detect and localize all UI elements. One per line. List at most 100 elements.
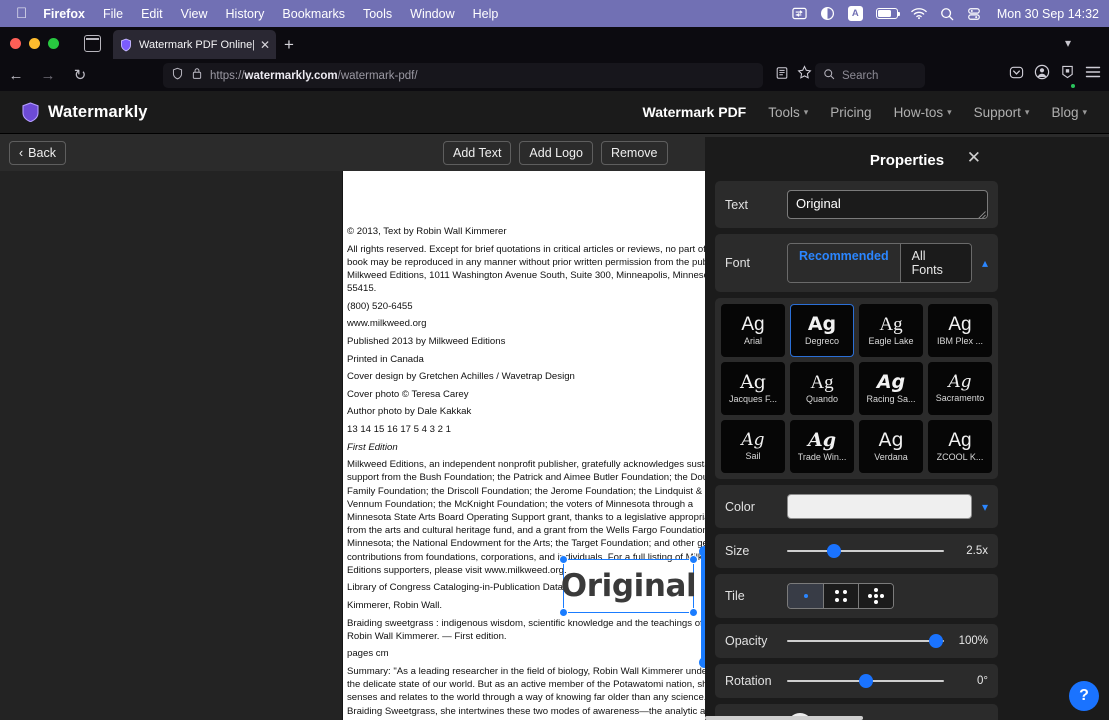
brand-logo-group[interactable]: Watermarkly: [22, 102, 148, 122]
pdf-page-text: © 2013, Text by Robin Wall Kimmerer All …: [343, 171, 709, 720]
window-controls[interactable]: [10, 38, 59, 49]
spotlight-search-icon[interactable]: [940, 6, 954, 21]
moon-icon[interactable]: [820, 6, 835, 21]
property-row-text: Text Original: [715, 181, 998, 228]
slider-knob[interactable]: [929, 634, 943, 648]
tab-all-fonts[interactable]: All Fonts: [900, 244, 971, 282]
url-domain: watermarkly.com: [245, 70, 338, 82]
font-option-zcool[interactable]: Ag ZCOOL K...: [928, 420, 992, 473]
tracking-shield-icon[interactable]: [171, 67, 184, 85]
account-icon[interactable]: [1034, 64, 1050, 85]
plus-icon[interactable]: +: [284, 36, 294, 53]
browser-tab[interactable]: Watermark PDF Online| Free PDF ✕: [113, 30, 276, 59]
font-sample: Ag: [948, 374, 971, 391]
nav-tools[interactable]: Tools▾: [768, 105, 808, 120]
slider-knob[interactable]: [827, 544, 841, 558]
size-slider[interactable]: [787, 543, 944, 559]
font-option-ibm-plex[interactable]: Ag IBM Plex ...: [928, 304, 992, 357]
resize-handle-bottom-right[interactable]: [689, 608, 698, 617]
watermark-text: Original: [561, 568, 697, 604]
hamburger-menu-icon[interactable]: [1085, 65, 1101, 84]
nav-support[interactable]: Support▾: [974, 105, 1030, 120]
help-button[interactable]: ?: [1069, 681, 1099, 711]
control-center-icon[interactable]: [967, 6, 981, 21]
menu-item-tools[interactable]: Tools: [363, 7, 392, 21]
pocket-icon[interactable]: [1009, 65, 1024, 85]
menu-item-bookmarks[interactable]: Bookmarks: [282, 7, 345, 21]
remove-button[interactable]: Remove: [601, 141, 668, 165]
font-option-eagle-lake[interactable]: Ag Eagle Lake: [859, 304, 923, 357]
chevron-down-icon[interactable]: ▾: [982, 500, 988, 514]
minimize-window-button[interactable]: [29, 38, 40, 49]
panel-horizontal-scrollbar[interactable]: [705, 716, 1109, 720]
menu-bar-clock[interactable]: Mon 30 Sep 14:32: [997, 7, 1099, 21]
add-text-button[interactable]: Add Text: [443, 141, 511, 165]
font-option-degreco[interactable]: Ag Degreco: [790, 304, 854, 357]
color-swatch[interactable]: [787, 494, 972, 519]
resize-handle-bottom-left[interactable]: [559, 608, 568, 617]
watermark-selection-box[interactable]: Original: [563, 559, 694, 613]
font-sample: Ag: [741, 315, 764, 334]
tab-list-icon[interactable]: [84, 35, 101, 52]
font-option-jacques-francois[interactable]: Ag Jacques F...: [721, 362, 785, 415]
tile-grid-button[interactable]: [823, 584, 858, 608]
slider-knob[interactable]: [859, 674, 873, 688]
nav-blog[interactable]: Blog▾: [1051, 105, 1087, 120]
chevron-down-icon[interactable]: ▾: [1065, 36, 1071, 50]
font-option-trade-winds[interactable]: Ag Trade Win...: [790, 420, 854, 473]
url-path: /watermark-pdf/: [338, 70, 418, 82]
menu-item-edit[interactable]: Edit: [141, 7, 163, 21]
nav-label: Blog: [1051, 105, 1078, 120]
font-option-racing-sans[interactable]: Ag Racing Sa...: [859, 362, 923, 415]
arrow-right-icon[interactable]: →: [32, 68, 64, 83]
apple-icon[interactable]: : [16, 6, 27, 21]
tile-single-button[interactable]: [788, 584, 823, 608]
opacity-slider[interactable]: [787, 633, 944, 649]
padlock-icon[interactable]: [191, 67, 203, 85]
pdf-page[interactable]: © 2013, Text by Robin Wall Kimmerer All …: [343, 171, 709, 720]
maximize-window-button[interactable]: [48, 38, 59, 49]
resize-grip-icon[interactable]: [977, 208, 986, 217]
reader-view-icon[interactable]: [775, 66, 789, 85]
menu-item-firefox[interactable]: Firefox: [43, 7, 85, 21]
resize-handle-top-left[interactable]: [559, 555, 568, 564]
rotation-slider[interactable]: [787, 673, 944, 689]
tab-recommended-fonts[interactable]: Recommended: [788, 244, 900, 282]
screen-share-icon[interactable]: [792, 6, 807, 21]
menu-item-file[interactable]: File: [103, 7, 123, 21]
chevron-up-icon[interactable]: ▴: [982, 256, 988, 270]
font-option-arial[interactable]: Ag Arial: [721, 304, 785, 357]
search-input[interactable]: Search: [815, 63, 925, 88]
menu-item-history[interactable]: History: [226, 7, 265, 21]
menu-item-window[interactable]: Window: [410, 7, 454, 21]
menu-item-help[interactable]: Help: [473, 7, 499, 21]
address-bar[interactable]: https://watermarkly.com/watermark-pdf/: [163, 63, 763, 88]
star-icon[interactable]: [797, 65, 812, 85]
nav-watermark-pdf[interactable]: Watermark PDF: [643, 104, 747, 120]
font-option-sacramento[interactable]: Ag Sacramento: [928, 362, 992, 415]
properties-body: Text Original Font Recommended All Fonts…: [715, 181, 998, 720]
font-option-verdana[interactable]: Ag Verdana: [859, 420, 923, 473]
tile-diamond-button[interactable]: [858, 584, 893, 608]
back-button[interactable]: ‹ Back: [9, 141, 66, 165]
menu-item-view[interactable]: View: [181, 7, 208, 21]
battery-icon[interactable]: [876, 6, 898, 21]
close-icon[interactable]: ✕: [967, 149, 981, 166]
close-window-button[interactable]: [10, 38, 21, 49]
extensions-icon[interactable]: [1060, 64, 1075, 85]
doc-paragraph: Published 2013 by Milkweed Editions: [347, 335, 709, 348]
font-sample: Ag: [740, 373, 766, 392]
arrow-left-icon[interactable]: ←: [0, 68, 32, 83]
font-option-sail[interactable]: Ag Sail: [721, 420, 785, 473]
add-logo-button[interactable]: Add Logo: [519, 141, 593, 165]
resize-handle-top-right[interactable]: [689, 555, 698, 564]
reload-icon[interactable]: ↻: [64, 68, 96, 83]
nav-how-tos[interactable]: How-tos▾: [894, 105, 952, 120]
site-nav: Watermark PDF Tools▾ Pricing How-tos▾ Su…: [643, 104, 1088, 120]
font-option-quando[interactable]: Ag Quando: [790, 362, 854, 415]
close-icon[interactable]: ✕: [260, 39, 270, 51]
keyboard-input-icon[interactable]: A: [848, 6, 863, 21]
wifi-icon[interactable]: [911, 6, 927, 21]
nav-pricing[interactable]: Pricing: [830, 105, 871, 120]
watermark-text-input[interactable]: Original: [787, 190, 988, 219]
